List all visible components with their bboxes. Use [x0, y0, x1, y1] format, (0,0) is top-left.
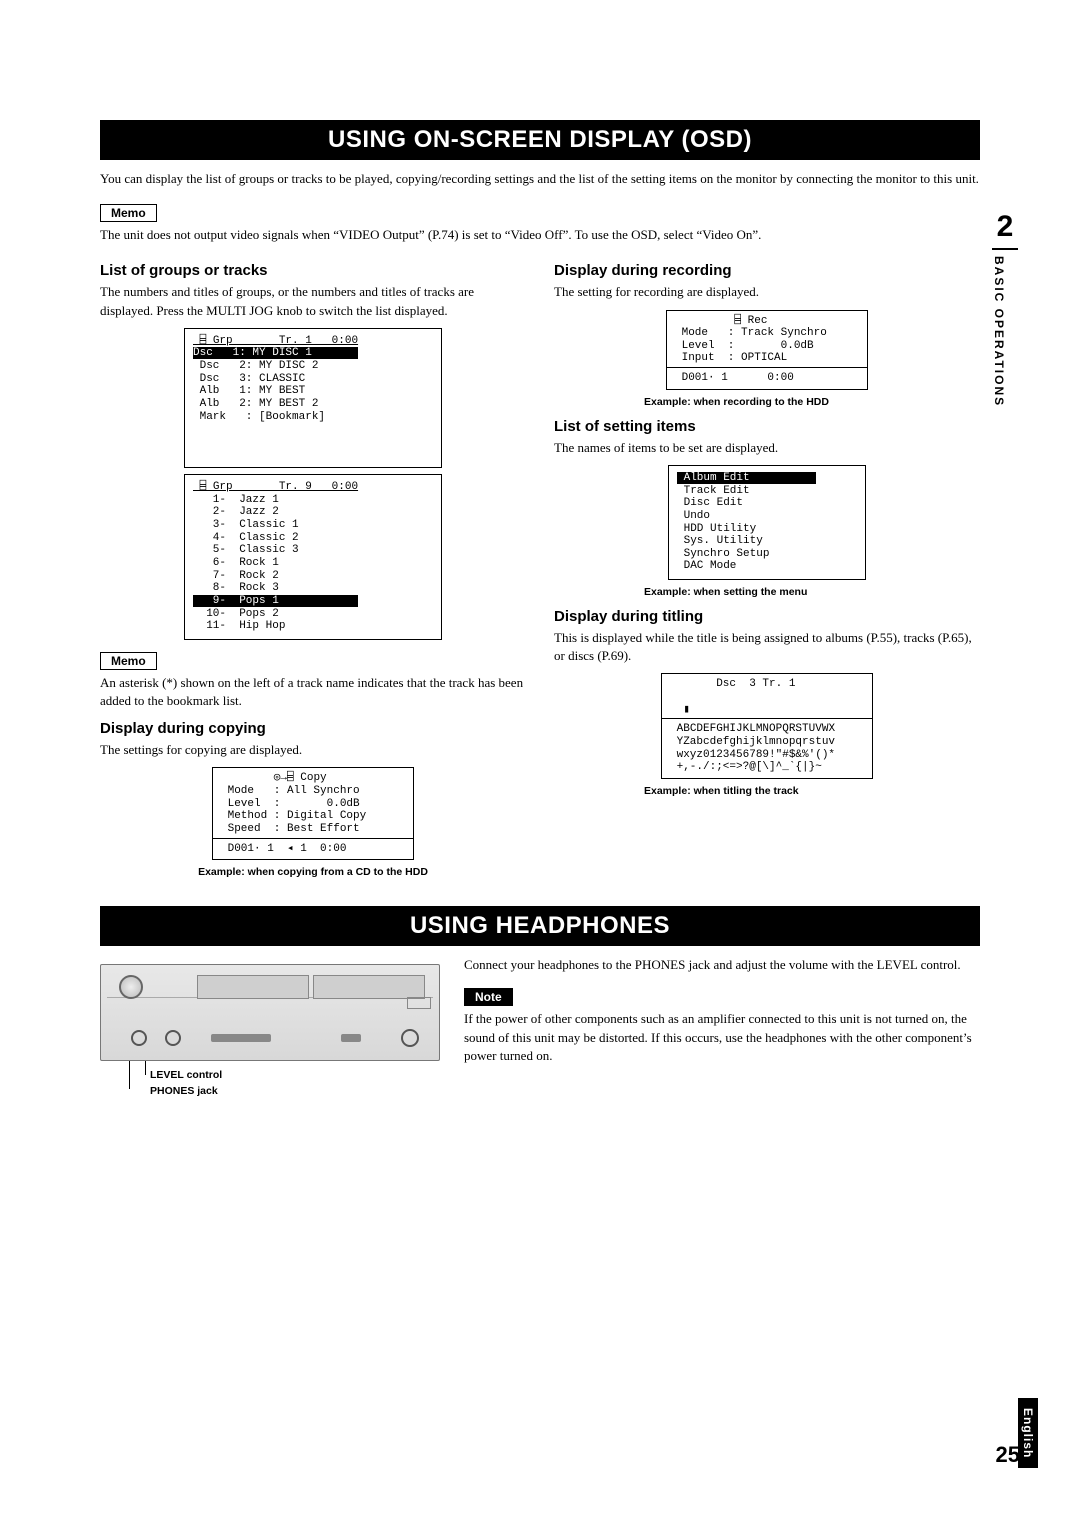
osd-title-display: Dsc 3 Tr. 1 ▮ ABCDEFGHIJKLMNOPQRSTUVWX Y…: [661, 673, 873, 778]
caption-rec: Example: when recording to the HDD: [644, 396, 980, 408]
caption-copy: Example: when copying from a CD to the H…: [100, 866, 526, 878]
section-sidebar: 2 BASIC OPERATIONS: [992, 210, 1018, 407]
memo-badge-2: Memo: [100, 652, 157, 670]
memo-text-video-off: The unit does not output video signals w…: [100, 226, 980, 244]
memo-badge: Memo: [100, 204, 157, 222]
osd-track-list: ⌸ Grp Tr. 9 0:00 1- Jazz 1 2- Jazz 2 3- …: [184, 474, 442, 640]
jog-dial-icon: [119, 975, 143, 999]
section-title-headphones: USING HEADPHONES: [100, 906, 980, 946]
callout-level: LEVEL control: [150, 1069, 222, 1081]
subhead-copying: Display during copying: [100, 720, 526, 737]
caption-title: Example: when titling the track: [644, 785, 980, 797]
section-label: BASIC OPERATIONS: [992, 256, 1006, 407]
osd-rec-display: ⌸ Rec Mode : Track Synchro Level : 0.0dB…: [666, 310, 868, 390]
memo-text-asterisk: An asterisk (*) shown on the left of a t…: [100, 674, 526, 710]
body-copying: The settings for copying are displayed.: [100, 741, 526, 759]
section-number: 2: [992, 210, 1018, 250]
level-knob-icon: [165, 1030, 181, 1046]
right-column: Display during recording The setting for…: [554, 252, 980, 888]
body-recording: The setting for recording are displayed.: [554, 283, 980, 301]
subhead-titling: Display during titling: [554, 608, 980, 625]
note-badge: Note: [464, 988, 513, 1006]
body-list-groups: The numbers and titles of groups, or the…: [100, 283, 526, 319]
headphones-body: Connect your headphones to the PHONES ja…: [464, 956, 980, 974]
power-button-icon: [401, 1029, 419, 1047]
phones-jack-icon: [131, 1030, 147, 1046]
osd-intro-text: You can display the list of groups or tr…: [100, 170, 980, 188]
unit-front-panel: [100, 964, 440, 1061]
osd-menu-list: Album Edit Track Edit Disc Edit Undo HDD…: [668, 465, 866, 580]
page-number: 25: [996, 1442, 1020, 1468]
section-title-osd: USING ON-SCREEN DISPLAY (OSD): [100, 120, 980, 160]
callout-phones: PHONES jack: [150, 1085, 218, 1097]
callout-leaders: LEVEL control PHONES jack: [100, 1061, 440, 1105]
subhead-recording: Display during recording: [554, 262, 980, 279]
headphones-text-column: Connect your headphones to the PHONES ja…: [464, 956, 980, 1073]
osd-copy-display: ◎→⌸ Copy Mode : All Synchro Level : 0.0d…: [212, 767, 414, 860]
body-titling: This is displayed while the title is bei…: [554, 629, 980, 665]
osd-group-list: ⌸ Grp Tr. 1 0:00 Dsc 1: MY DISC 1 Dsc 2:…: [184, 328, 442, 468]
unit-figure: LEVEL control PHONES jack: [100, 956, 440, 1105]
subhead-setting-items: List of setting items: [554, 418, 980, 435]
language-tab: English: [1018, 1398, 1038, 1468]
caption-menu: Example: when setting the menu: [644, 586, 980, 598]
subhead-list-groups: List of groups or tracks: [100, 262, 526, 279]
body-setting-items: The names of items to be set are display…: [554, 439, 980, 457]
left-column: List of groups or tracks The numbers and…: [100, 252, 526, 888]
headphones-note: If the power of other components such as…: [464, 1010, 980, 1065]
